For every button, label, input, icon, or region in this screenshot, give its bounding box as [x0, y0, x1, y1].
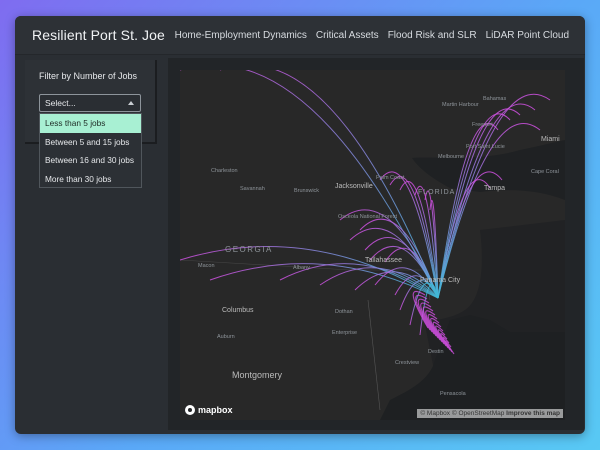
mapbox-icon	[185, 405, 195, 415]
option-more-than-30[interactable]: More than 30 jobs	[40, 170, 141, 189]
app-title[interactable]: Resilient Port St. Joe	[32, 27, 165, 43]
nav-flood-risk[interactable]: Flood Risk and SLR	[388, 30, 477, 41]
map-attribution: © Mapbox © OpenStreetMap Improve this ma…	[417, 409, 563, 418]
place-label: Charleston	[211, 168, 238, 174]
place-label: Pensacola	[440, 391, 467, 397]
option-5-to-15[interactable]: Between 5 and 15 jobs	[40, 133, 141, 152]
map[interactable]: Martin Harbour Bahamas Freeport Miami Po…	[180, 70, 565, 420]
place-label: Enterprise	[332, 330, 357, 336]
place-label: Miami	[541, 136, 560, 143]
option-less-than-5[interactable]: Less than 5 jobs	[40, 114, 141, 133]
attribution-mapbox[interactable]: © Mapbox	[420, 410, 450, 417]
place-label: Jacksonville	[335, 183, 373, 190]
place-label: Freeport	[472, 122, 493, 128]
navbar: Resilient Port St. Joe Home-Employment D…	[15, 16, 585, 55]
place-label: Panama City	[420, 277, 461, 284]
place-label: Melbourne	[438, 154, 464, 160]
nav-links: Home-Employment Dynamics Critical Assets…	[175, 30, 569, 41]
place-label: Brunswick	[294, 188, 319, 194]
place-label: Macon	[198, 263, 215, 269]
jobs-dropdown: Less than 5 jobs Between 5 and 15 jobs B…	[39, 113, 142, 188]
place-label: Auburn	[217, 334, 235, 340]
place-label: Port Saint Lucie	[466, 144, 505, 150]
place-label: Savannah	[240, 186, 265, 192]
improve-map-link[interactable]: Improve this map	[506, 410, 560, 417]
attribution-osm[interactable]: © OpenStreetMap	[452, 410, 504, 417]
place-label: Crestview	[395, 360, 419, 366]
map-canvas[interactable]: Martin Harbour Bahamas Freeport Miami Po…	[180, 70, 565, 420]
mapbox-logo[interactable]: mapbox	[185, 405, 233, 415]
place-label: Tallahassee	[365, 257, 402, 264]
mapbox-wordmark: mapbox	[198, 405, 233, 415]
place-label: Montgomery	[232, 370, 283, 380]
nav-critical-assets[interactable]: Critical Assets	[316, 30, 379, 41]
place-label: Bahamas	[483, 96, 506, 102]
place-label: Martin Harbour	[442, 102, 479, 108]
place-label: Tampa	[484, 185, 505, 192]
place-label: Cape Coral	[531, 169, 559, 175]
place-label: GEORGIA	[225, 245, 273, 254]
place-label: Dothan	[335, 309, 353, 315]
caret-up-icon	[128, 101, 134, 105]
nav-lidar[interactable]: LiDAR Point Cloud	[486, 30, 569, 41]
nav-home-employment[interactable]: Home-Employment Dynamics	[175, 30, 307, 41]
filter-label: Filter by Number of Jobs	[39, 71, 138, 81]
place-label: Columbus	[222, 307, 254, 314]
jobs-select[interactable]: Select...	[39, 94, 141, 112]
place-label: Albany	[293, 265, 310, 271]
place-label: Palm Coast	[376, 175, 405, 181]
place-label: FLORIDA	[418, 189, 455, 196]
place-label: Destin	[428, 349, 444, 355]
select-placeholder: Select...	[45, 98, 76, 108]
option-16-to-30[interactable]: Between 16 and 30 jobs	[40, 151, 141, 170]
place-label: Osceola National Forest	[338, 214, 397, 220]
